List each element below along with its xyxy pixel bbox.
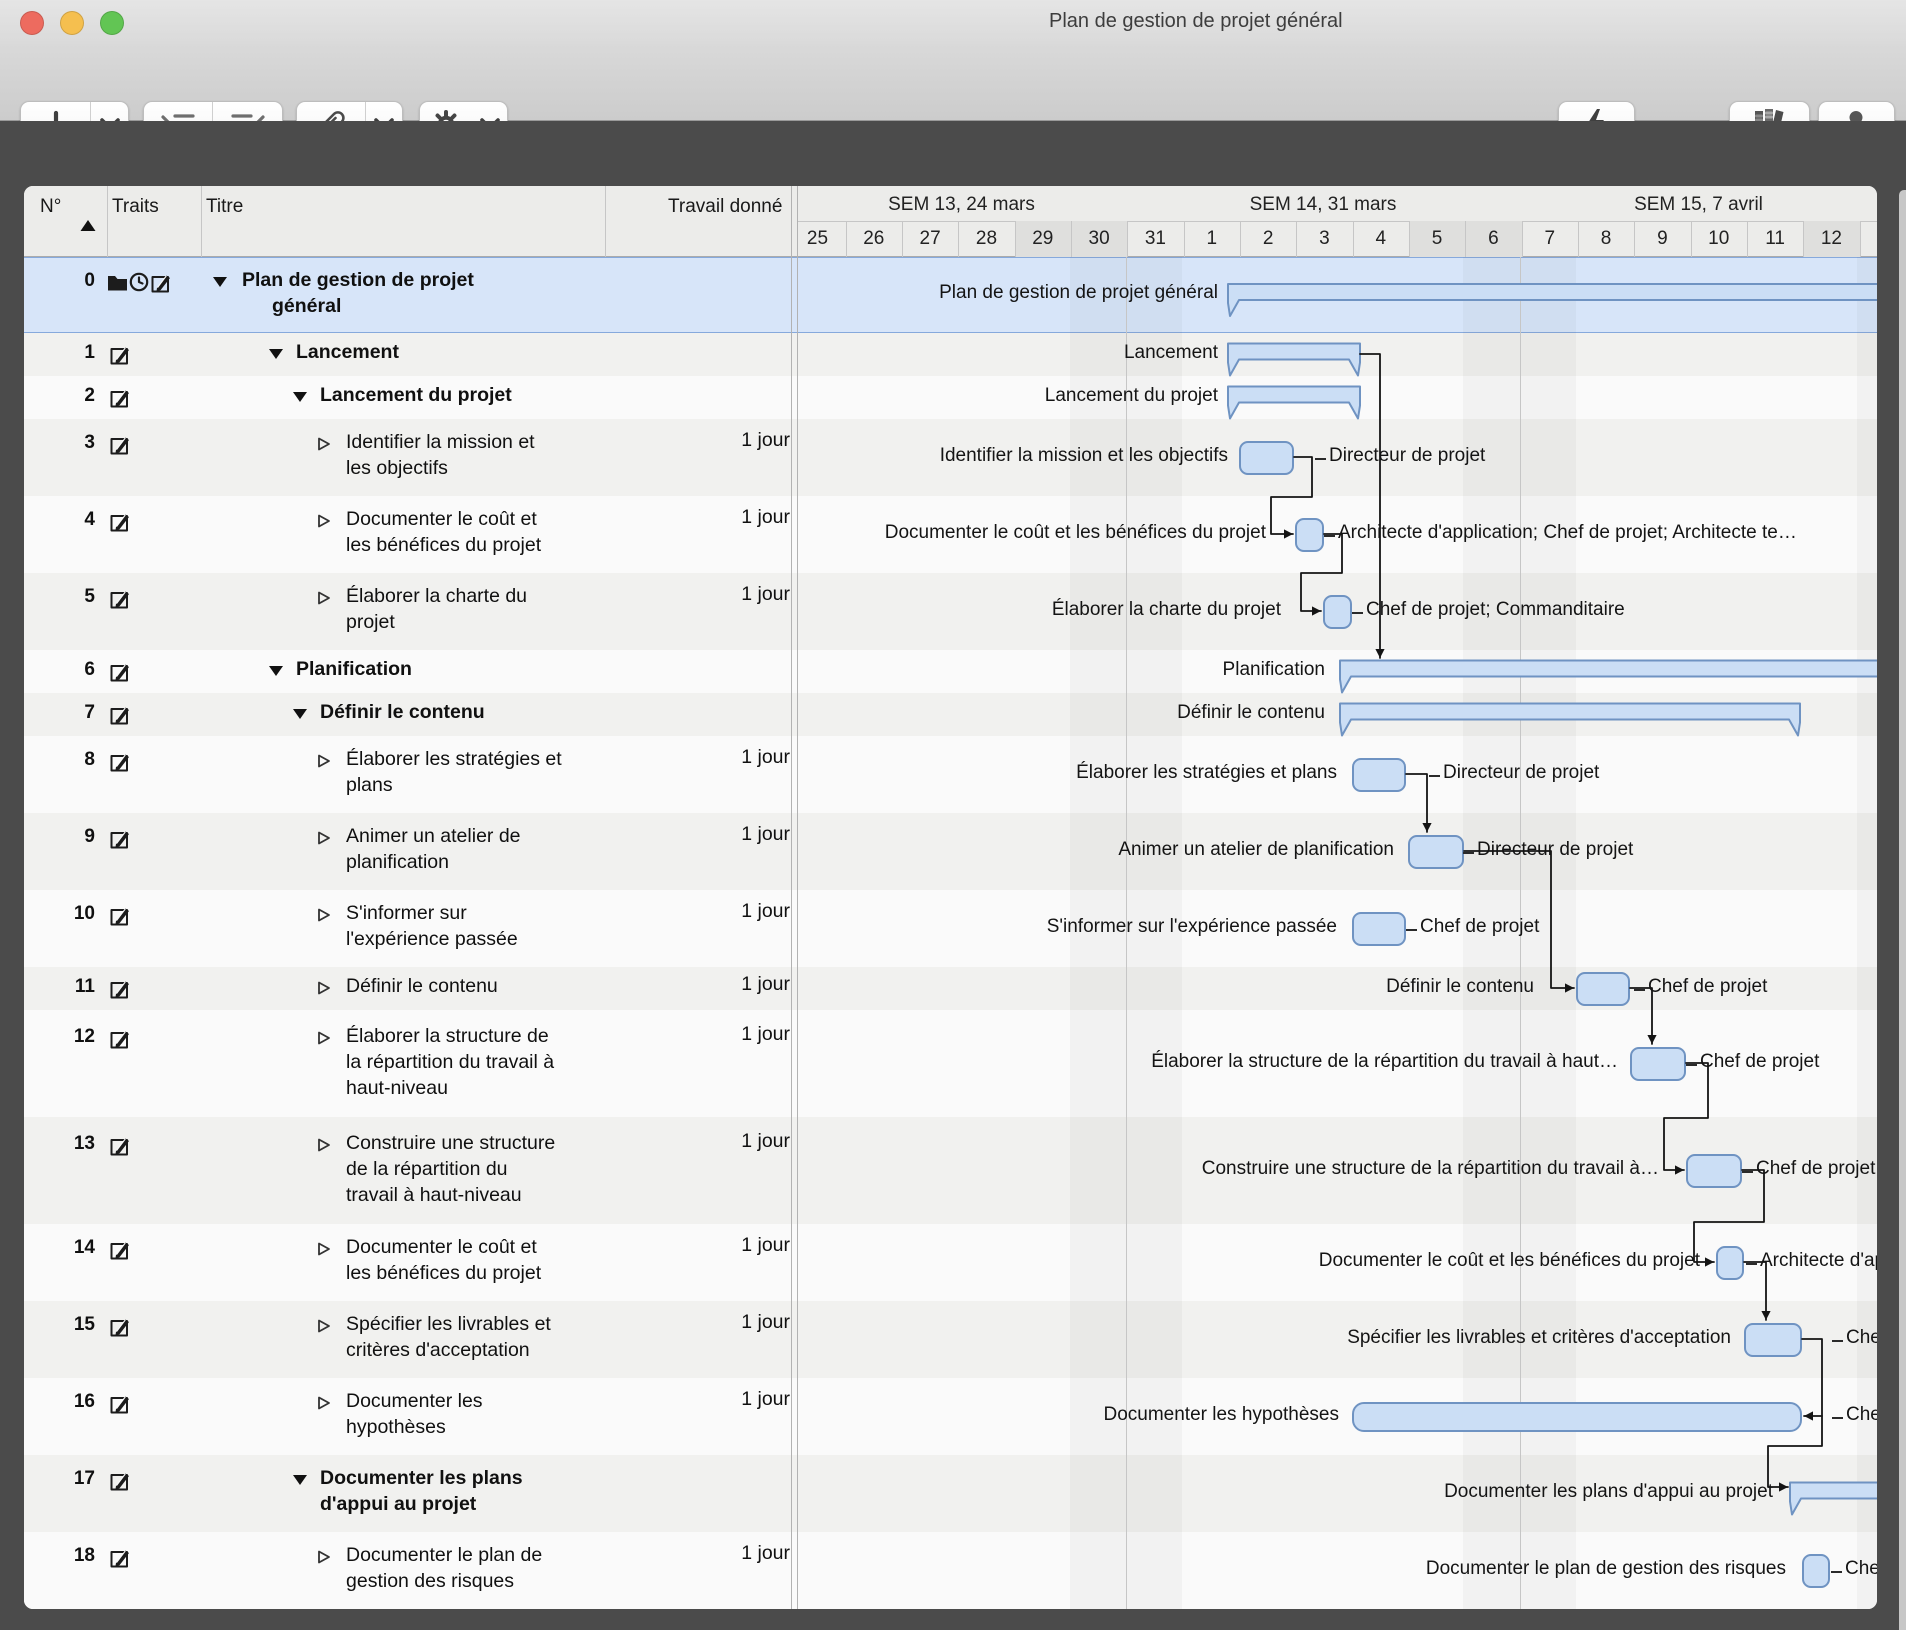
scrollbar-track[interactable] [1899,190,1906,1630]
dependency-line [1464,851,1574,988]
dependency-arrowhead [1284,529,1293,538]
title-bar: Plan de gestion de projet général [0,0,1906,44]
dependency-arrowhead [1375,649,1384,658]
dependency-arrowhead [1312,606,1321,615]
dependency-arrowhead [1779,1482,1788,1491]
dependency-line [1664,1063,1708,1170]
project-outline-panel: N°TraitsTitreTravail donnéSEM 13, 24 mar… [24,186,1877,1609]
zoom-button[interactable] [100,11,124,35]
minimize-button[interactable] [60,11,84,35]
dependency-arrowhead [1565,983,1574,992]
dependency-lines-layer [24,186,1877,1609]
dependency-arrowhead [1761,1311,1770,1320]
dependency-line [1301,534,1342,611]
dependency-line [1694,1170,1764,1262]
dependency-arrowhead [1422,823,1431,832]
dependency-arrowhead [1647,1035,1656,1044]
dependency-line [1802,1339,1822,1416]
dependency-line [1271,457,1312,534]
close-button[interactable] [20,11,44,35]
dependency-line [1768,1416,1822,1487]
dependency-arrowhead [1705,1257,1714,1266]
dependency-arrowhead [1804,1411,1813,1420]
dependency-arrowhead [1675,1165,1684,1174]
dependency-line [1360,354,1380,658]
window-title: Plan de gestion de projet général [1049,10,1343,33]
toolbar [0,44,1906,121]
view-bar: Répartition du travail › Entrée [0,121,1906,186]
